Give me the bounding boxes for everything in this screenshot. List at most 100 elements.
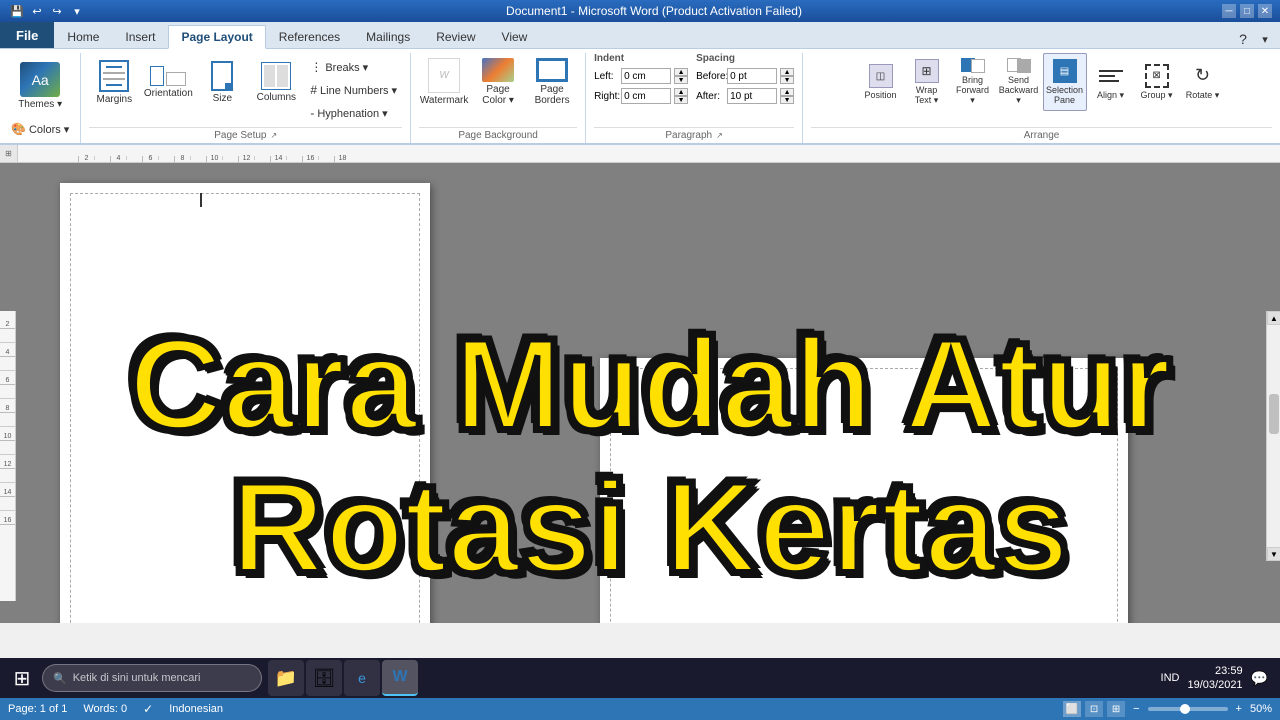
hyphenation-button[interactable]: - Hyphenation ▾ — [305, 103, 402, 123]
rotate-button[interactable]: ↻ Rotate ▾ — [1181, 53, 1225, 111]
indent-label: Indent — [594, 53, 624, 64]
tab-home[interactable]: Home — [54, 25, 112, 48]
spacing-before-input[interactable] — [727, 68, 777, 84]
wrap-text-button[interactable]: ⊞ Wrap Text ▾ — [905, 53, 949, 111]
minimize-ribbon-btn[interactable]: ▾ — [1256, 30, 1274, 48]
paragraph-group-label: Paragraph ↗ — [594, 127, 794, 143]
taskbar-clock: 23:59 19/03/2021 — [1188, 664, 1243, 693]
indent-right-up[interactable]: ▲ — [674, 88, 688, 96]
spacing-before-spinner[interactable]: ▲▼ — [780, 68, 794, 84]
rotate-icon: ↻ — [1191, 64, 1215, 88]
taskbar-app-explorer[interactable]: 📁 — [268, 660, 304, 696]
page-color-button[interactable]: Page Color ▾ — [473, 53, 523, 111]
zoom-slider[interactable] — [1148, 707, 1228, 711]
scroll-down-arrow[interactable]: ▼ — [1267, 547, 1280, 561]
position-button[interactable]: ◫ Position — [859, 53, 903, 111]
columns-label: Columns — [257, 92, 296, 103]
arrange-group-label: Arrange — [811, 127, 1272, 143]
indent-left-up[interactable]: ▲ — [674, 68, 688, 76]
size-button[interactable]: Size — [197, 53, 247, 111]
breaks-button[interactable]: ⋮ Breaks ▾ — [305, 57, 402, 77]
taskbar-app-files[interactable]: 🗄 — [306, 660, 342, 696]
notification-icon[interactable]: 💬 — [1251, 670, 1268, 687]
page-borders-button[interactable]: Page Borders — [527, 53, 577, 111]
group-button[interactable]: ⊠ Group ▾ — [1135, 53, 1179, 111]
margins-button[interactable]: Margins — [89, 53, 139, 111]
v-ruler-mark — [0, 469, 15, 483]
restore-button[interactable]: □ — [1240, 4, 1254, 18]
taskbar-app-edge[interactable]: e — [344, 660, 380, 696]
zoom-out-btn[interactable]: − — [1133, 703, 1139, 715]
scroll-thumb[interactable] — [1269, 394, 1279, 434]
zoom-thumb — [1180, 704, 1190, 714]
page-color-label: Page Color ▾ — [476, 84, 520, 106]
help-btn[interactable]: ? — [1234, 30, 1252, 48]
selection-pane-icon: ▤ — [1053, 59, 1077, 83]
start-button[interactable]: ⊞ — [4, 660, 40, 696]
ribbon-group-paragraph: Indent Left: ▲▼ Right: ▲▼ Spacing Before… — [586, 53, 803, 143]
tab-mailings[interactable]: Mailings — [353, 25, 423, 48]
orientation-button[interactable]: Orientation — [143, 53, 193, 111]
bring-forward-button[interactable]: Bring Forward ▾ — [951, 53, 995, 111]
send-backward-button[interactable]: Send Backward ▾ — [997, 53, 1041, 111]
indent-left-input[interactable] — [621, 68, 671, 84]
spacing-after-down[interactable]: ▼ — [780, 96, 794, 104]
ribbon-group-page-background: W Watermark Page Color ▾ Page Borders Pa… — [411, 53, 586, 143]
spacing-before-up[interactable]: ▲ — [780, 68, 794, 76]
page-color-icon — [482, 58, 514, 82]
tab-references[interactable]: References — [266, 25, 353, 48]
vertical-scrollbar[interactable]: ▲ ▼ — [1266, 311, 1280, 561]
ribbon-group-themes: Aa Themes ▾ 🎨 Colors ▾ A Fonts ▾ ✦ Effec… — [0, 53, 81, 143]
tab-view[interactable]: View — [489, 25, 541, 48]
size-icon — [211, 61, 233, 91]
page-background-group-label: Page Background — [419, 127, 577, 143]
undo-quick-btn[interactable]: ↩ — [28, 2, 46, 20]
indent-left-down[interactable]: ▼ — [674, 76, 688, 84]
save-quick-btn[interactable]: 💾 — [8, 2, 26, 20]
themes-button[interactable]: Aa Themes ▾ — [15, 57, 65, 115]
indent-left-spinner[interactable]: ▲▼ — [674, 68, 688, 84]
title-bar: 💾 ↩ ↪ ▾ Document1 - Microsoft Word (Prod… — [0, 0, 1280, 22]
zoom-in-btn[interactable]: + — [1236, 703, 1242, 715]
indent-right-row: Right: ▲▼ — [594, 88, 688, 104]
taskbar-date: 19/03/2021 — [1188, 678, 1243, 692]
indent-right-input[interactable] — [621, 88, 671, 104]
spacing-before-down[interactable]: ▼ — [780, 76, 794, 84]
bring-forward-label: Bring Forward ▾ — [954, 75, 992, 106]
scroll-track[interactable] — [1267, 325, 1280, 547]
indent-right-spinner[interactable]: ▲▼ — [674, 88, 688, 104]
ruler-mark: 12 — [238, 156, 254, 162]
scroll-up-arrow[interactable]: ▲ — [1267, 311, 1280, 325]
print-layout-btn[interactable]: ⬜ — [1063, 701, 1081, 717]
tab-file[interactable]: File — [0, 22, 54, 48]
redo-quick-btn[interactable]: ↪ — [48, 2, 66, 20]
taskbar-app-word[interactable]: W — [382, 660, 418, 696]
qa-dropdown[interactable]: ▾ — [68, 2, 86, 20]
line-numbers-button[interactable]: # Line Numbers ▾ — [305, 80, 402, 100]
hyphenation-label: Hyphenation ▾ — [317, 107, 387, 120]
columns-button[interactable]: Columns — [251, 53, 301, 111]
tab-review[interactable]: Review — [423, 25, 488, 48]
align-button[interactable]: Align ▾ — [1089, 53, 1133, 111]
watermark-button[interactable]: W Watermark — [419, 53, 469, 111]
tab-insert[interactable]: Insert — [112, 25, 168, 48]
tab-page-layout[interactable]: Page Layout — [168, 25, 265, 49]
selection-pane-button[interactable]: ▤ Selection Pane — [1043, 53, 1087, 111]
colors-button[interactable]: 🎨 Colors ▾ — [6, 119, 74, 139]
spacing-after-spinner[interactable]: ▲▼ — [780, 88, 794, 104]
taskbar-search[interactable]: 🔍 Ketik di sini untuk mencari — [42, 664, 262, 692]
web-layout-btn[interactable]: ⊞ — [1107, 701, 1125, 717]
bring-forward-icon — [961, 58, 985, 73]
full-screen-btn[interactable]: ⊡ — [1085, 701, 1103, 717]
spacing-after-up[interactable]: ▲ — [780, 88, 794, 96]
ribbon-group-page-setup: Margins Orientation Size — [81, 53, 411, 143]
window-title: Document1 - Microsoft Word (Product Acti… — [86, 4, 1222, 18]
language-indicator[interactable]: Indonesian — [169, 703, 223, 715]
minimize-button[interactable]: ─ — [1222, 4, 1236, 18]
page-setup-expand-icon[interactable]: ↗ — [270, 131, 277, 140]
zoom-level: 50% — [1250, 703, 1272, 715]
close-button[interactable]: ✕ — [1258, 4, 1272, 18]
indent-right-down[interactable]: ▼ — [674, 96, 688, 104]
spacing-after-input[interactable] — [727, 88, 777, 104]
paragraph-expand-icon[interactable]: ↗ — [716, 131, 723, 140]
